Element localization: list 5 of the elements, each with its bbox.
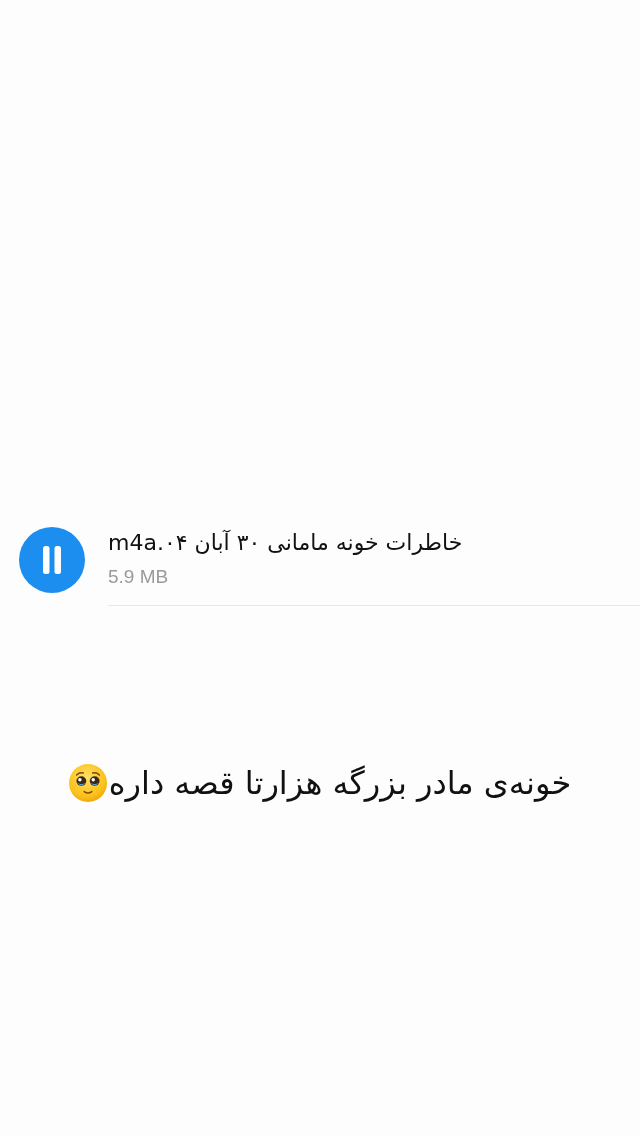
file-size: 5.9 MB bbox=[108, 565, 169, 589]
file-name: خاطرات خونه مامانی ۳۰ آبان ۰۴.m4a bbox=[108, 529, 463, 557]
caption-text: خونه‌ی مادر بزرگه هزارتا قصه داره bbox=[108, 763, 572, 804]
teary-smiling-face-icon bbox=[68, 764, 107, 802]
pause-icon bbox=[43, 546, 61, 574]
